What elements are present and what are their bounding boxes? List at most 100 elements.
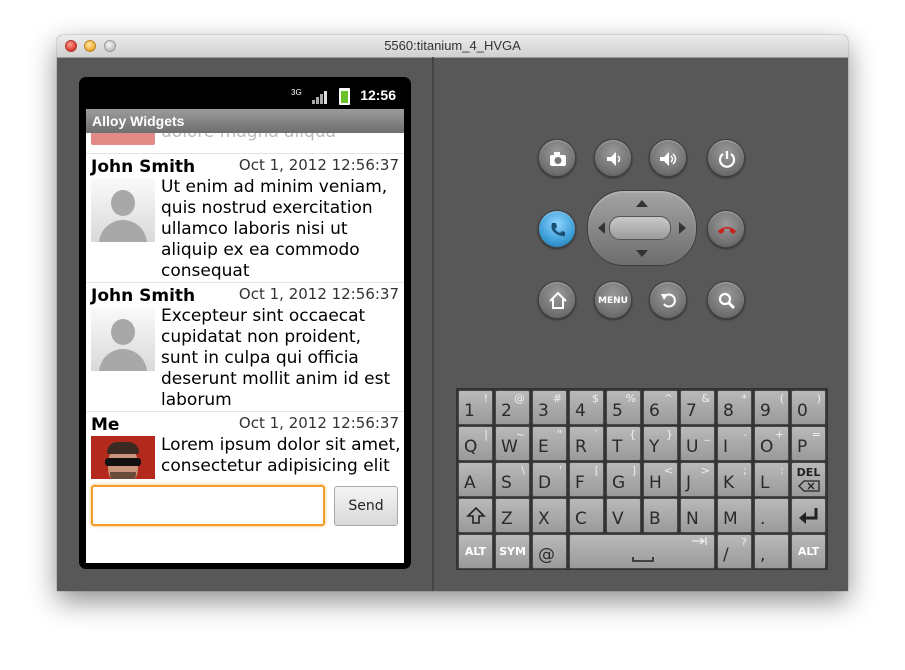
panel-divider <box>432 57 434 591</box>
dpad-center-button[interactable] <box>609 216 671 240</box>
key-sym[interactable]: SYM <box>495 534 530 569</box>
key-period[interactable]: . <box>754 498 789 533</box>
key-i[interactable]: I- <box>717 426 752 461</box>
key-m[interactable]: M <box>717 498 752 533</box>
key-y[interactable]: Y} <box>643 426 678 461</box>
window-titlebar: 5560:titanium_4_HVGA <box>57 35 848 58</box>
key-u[interactable]: U _ <box>680 426 715 461</box>
status-bar: 3G 12:56 <box>86 82 404 109</box>
enter-icon <box>799 508 818 524</box>
end-call-button[interactable] <box>707 210 745 248</box>
key-alt-left[interactable]: ALT <box>458 534 493 569</box>
phone-device: 3G 12:56 Alloy Widgets dolore magna aliq… <box>79 77 411 569</box>
key-6[interactable]: 6 ^ <box>643 390 678 425</box>
key-at[interactable]: @ <box>532 534 567 569</box>
home-button[interactable] <box>538 281 576 319</box>
key-space[interactable] <box>569 534 715 569</box>
app-title-bar: Alloy Widgets <box>86 109 404 133</box>
key-z[interactable]: Z <box>495 498 530 533</box>
send-button[interactable]: Send <box>334 486 398 526</box>
message-timestamp: Oct 1, 2012 12:56:37 <box>238 285 399 303</box>
key-l[interactable]: L: <box>754 462 789 497</box>
message-text: Ut enim ad minim veniam, quis nostrud ex… <box>161 177 388 281</box>
key-n[interactable]: N <box>680 498 715 533</box>
key-shift[interactable] <box>458 498 493 533</box>
call-button[interactable] <box>538 210 576 248</box>
message-author: John Smith <box>91 157 196 177</box>
status-clock: 12:56 <box>360 87 396 103</box>
key-comma[interactable]: , <box>754 534 789 569</box>
key-p[interactable]: P = <box>791 426 826 461</box>
hang-up-icon <box>718 227 736 234</box>
key-slash[interactable]: /? <box>717 534 752 569</box>
partial-message: dolore magna aliqua <box>86 133 404 153</box>
key-h[interactable]: H < <box>643 462 678 497</box>
key-b[interactable]: B <box>643 498 678 533</box>
camera-icon <box>550 152 566 166</box>
key-g[interactable]: G] <box>606 462 641 497</box>
shift-arrow-icon <box>466 506 486 524</box>
message-row[interactable]: John Smith Oct 1, 2012 12:56:37 Ut enim … <box>86 153 404 282</box>
power-button[interactable] <box>707 139 745 177</box>
key-j[interactable]: J > <box>680 462 715 497</box>
key-v[interactable]: V <box>606 498 641 533</box>
phone-call-icon <box>551 223 565 237</box>
key-5[interactable]: 5% <box>606 390 641 425</box>
message-text: Excepteur sint occaecat cupidatat non pr… <box>161 306 391 410</box>
camera-button[interactable] <box>538 139 576 177</box>
backspace-icon <box>798 480 820 492</box>
search-icon <box>718 292 736 310</box>
key-w[interactable]: W ~ <box>495 426 530 461</box>
key-a[interactable]: A <box>458 462 493 497</box>
message-input[interactable] <box>91 485 325 526</box>
key-r[interactable]: R ` <box>569 426 604 461</box>
message-timestamp: Oct 1, 2012 12:56:37 <box>238 156 399 174</box>
space-bar-icon <box>632 537 707 562</box>
key-e[interactable]: E " <box>532 426 567 461</box>
message-row[interactable]: Me Oct 1, 2012 12:56:37 Lorem ipsum dolo… <box>86 411 404 500</box>
key-s[interactable]: S \ <box>495 462 530 497</box>
key-0[interactable]: 0) <box>791 390 826 425</box>
partial-message-text: dolore magna aliqua <box>161 133 336 142</box>
search-button[interactable] <box>707 281 745 319</box>
key-2[interactable]: 2 @ <box>495 390 530 425</box>
back-arrow-icon <box>661 293 676 308</box>
key-o[interactable]: O + <box>754 426 789 461</box>
app-screen: Alloy Widgets dolore magna aliqua John S… <box>86 109 404 563</box>
key-f[interactable]: F[ <box>569 462 604 497</box>
key-x[interactable]: X <box>532 498 567 533</box>
key-9[interactable]: 9( <box>754 390 789 425</box>
message-author: Me <box>91 415 120 435</box>
key-8[interactable]: 8 * <box>717 390 752 425</box>
key-3[interactable]: 3 # <box>532 390 567 425</box>
volume-up-icon <box>660 152 677 166</box>
key-delete[interactable]: DEL <box>791 462 826 497</box>
signal-icon <box>312 91 327 104</box>
menu-button[interactable]: MENU <box>594 281 632 319</box>
window-title: 5560:titanium_4_HVGA <box>384 38 521 53</box>
key-q[interactable]: Q | <box>458 426 493 461</box>
network-type-icon: 3G <box>291 88 302 97</box>
emulator-window: 5560:titanium_4_HVGA 3G 12:56 Alloy Widg… <box>57 35 848 591</box>
key-4[interactable]: 4 $ <box>569 390 604 425</box>
home-icon <box>549 291 567 309</box>
message-timestamp: Oct 1, 2012 12:56:37 <box>238 414 399 432</box>
message-author: John Smith <box>91 286 196 306</box>
key-d[interactable]: D ' <box>532 462 567 497</box>
hardware-keyboard: 1! 2 @ 3 # 4 $ 5% 6 ^ 7 & 8 * 9( 0) Q | W ~ E " R… <box>456 388 828 570</box>
volume-down-icon <box>607 152 621 166</box>
battery-icon <box>339 88 350 105</box>
volume-up-button[interactable] <box>649 139 687 177</box>
volume-down-button[interactable] <box>594 139 632 177</box>
key-7[interactable]: 7 & <box>680 390 715 425</box>
key-enter[interactable] <box>791 498 826 533</box>
message-row[interactable]: John Smith Oct 1, 2012 12:56:37 Excepteu… <box>86 282 404 411</box>
key-1[interactable]: 1! <box>458 390 493 425</box>
key-alt-right[interactable]: ALT <box>791 534 826 569</box>
key-c[interactable]: C <box>569 498 604 533</box>
key-k[interactable]: K; <box>717 462 752 497</box>
avatar <box>91 307 155 371</box>
back-button[interactable] <box>649 281 687 319</box>
key-t[interactable]: T{ <box>606 426 641 461</box>
power-icon <box>718 151 736 168</box>
